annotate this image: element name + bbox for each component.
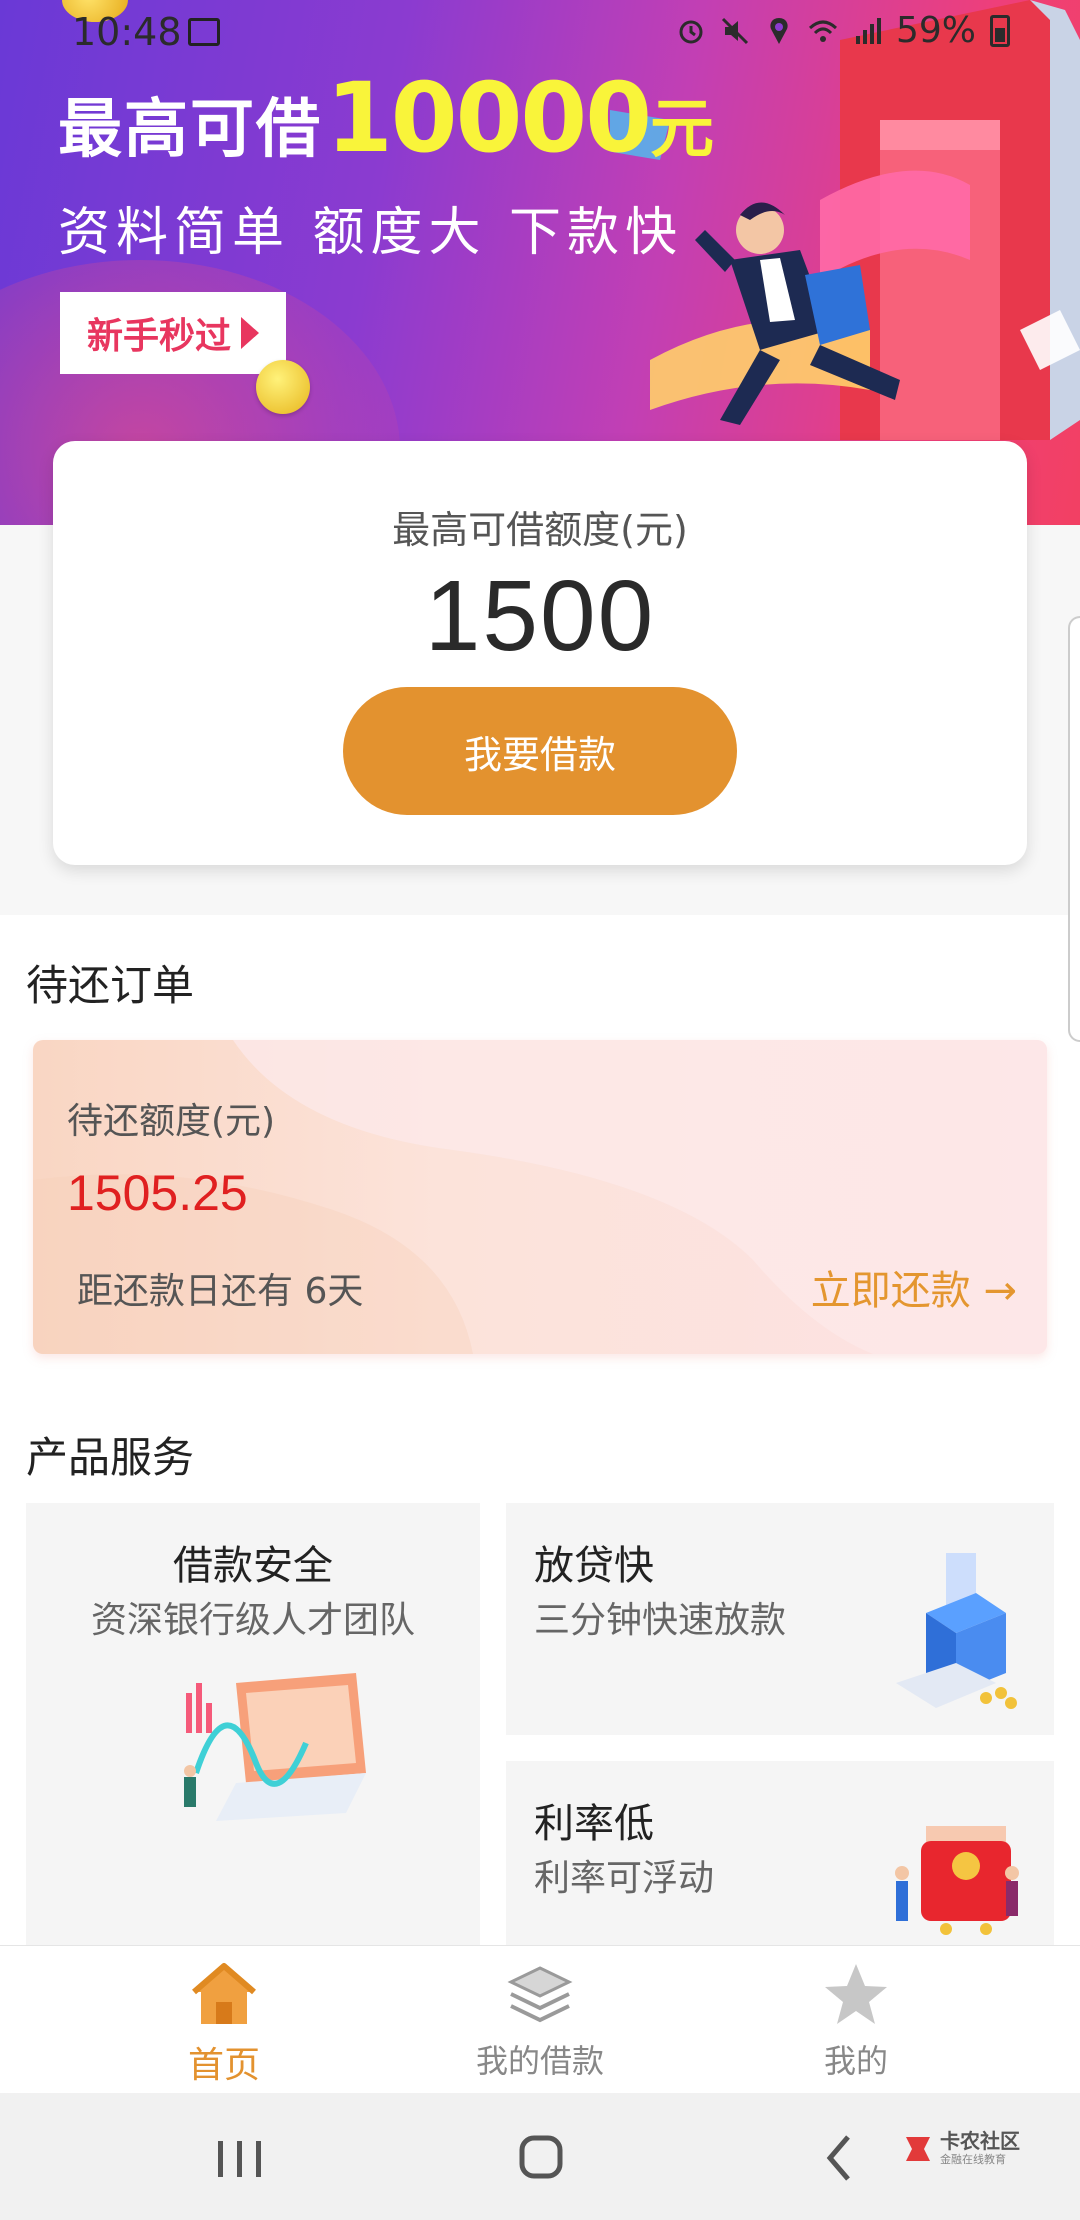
quota-label: 最高可借额度(元) [392, 508, 688, 552]
banner-subtitle: 资料简单 额度大 下款快 [58, 203, 684, 263]
borrow-button[interactable]: 我要借款 [343, 687, 737, 815]
coin-icon [256, 360, 310, 414]
chart-screen-icon [184, 1673, 366, 1821]
service-tile-low-rate[interactable]: 利率低 利率可浮动 [506, 1761, 1054, 1945]
quota-value: 1500 [424, 560, 656, 672]
layers-icon [507, 1966, 573, 2023]
banner-title: 最高可借 10000 元 [58, 62, 714, 174]
status-time: 10:48 [72, 10, 182, 54]
service-title: 借款安全 [173, 1543, 333, 1589]
banner-title-unit: 元 [649, 93, 714, 167]
service-tile-fast[interactable]: 放贷快 三分钟快速放款 [506, 1503, 1054, 1735]
newbie-button[interactable]: 新手秒过 [60, 292, 286, 374]
pending-order-card[interactable]: 待还额度(元) 1505.25 距还款日还有 6天 立即还款 → [33, 1040, 1047, 1354]
quota-card: 最高可借额度(元) 1500 我要借款 [53, 441, 1027, 865]
newbie-button-label: 新手秒过 [86, 315, 231, 356]
banner-title-prefix: 最高可借 [58, 93, 322, 167]
service-desc: 三分钟快速放款 [534, 1600, 787, 1641]
edge-panel-handle[interactable] [1068, 616, 1080, 1042]
watermark: 卡农社区 金融在线教育 [902, 2131, 1020, 2167]
battery-icon [990, 14, 1010, 47]
tab-mine[interactable]: 我的 [736, 1946, 976, 2094]
alarm-icon [679, 20, 703, 43]
pending-section-title: 待还订单 [26, 961, 195, 1010]
watermark-text: 卡农社区 [940, 2129, 1020, 2153]
battery-percent: 59% [895, 10, 976, 51]
home-nav-icon[interactable] [500, 2123, 580, 2193]
home-icon [192, 1963, 256, 2024]
service-desc: 利率可浮动 [534, 1858, 715, 1899]
due-countdown: 距还款日还有 6天 [77, 1271, 364, 1312]
back-icon[interactable] [800, 2123, 880, 2193]
system-nav-bar: 卡农社区 金融在线教育 [0, 2093, 1080, 2220]
watermark-logo [906, 2137, 930, 2161]
status-icons: 59% [676, 10, 1010, 51]
recent-apps-icon[interactable] [200, 2123, 280, 2193]
star-icon [825, 1964, 887, 2024]
location-icon [770, 17, 788, 44]
service-title: 放贷快 [534, 1543, 654, 1589]
services-section-title: 产品服务 [26, 1433, 195, 1482]
tab-home-label: 首页 [187, 2045, 260, 2086]
bottom-tab-bar: 首页 我的借款 我的 [0, 1945, 1080, 2093]
service-title: 利率低 [534, 1801, 654, 1847]
service-desc: 资深银行级人才团队 [90, 1600, 415, 1641]
image-notification-icon [188, 18, 220, 46]
cube-machine-icon [896, 1553, 1017, 1709]
pending-amount: 1505.25 [67, 1165, 248, 1221]
pending-amount-label: 待还额度(元) [67, 1101, 276, 1142]
banner-title-amount: 10000 [326, 62, 652, 174]
repay-now-button[interactable]: 立即还款 → [811, 1258, 1017, 1316]
service-tile-safe[interactable]: 借款安全 资深银行级人才团队 [26, 1503, 480, 1945]
watermark-sub: 金融在线教育 [940, 2153, 1006, 2166]
play-arrow-icon [241, 317, 259, 349]
watermark-text-block: 卡农社区 金融在线教育 [940, 2131, 1020, 2167]
tab-my-loans[interactable]: 我的借款 [420, 1946, 660, 2094]
signal-icon [855, 17, 881, 44]
status-bar: 10:48 59% [0, 0, 1080, 66]
mute-icon [721, 17, 749, 44]
wifi-icon [808, 20, 838, 42]
tab-mine-label: 我的 [823, 2042, 888, 2080]
tab-my-loans-label: 我的借款 [475, 2042, 604, 2080]
red-envelope-icon [895, 1826, 1019, 1935]
tab-home[interactable]: 首页 [104, 1946, 344, 2094]
